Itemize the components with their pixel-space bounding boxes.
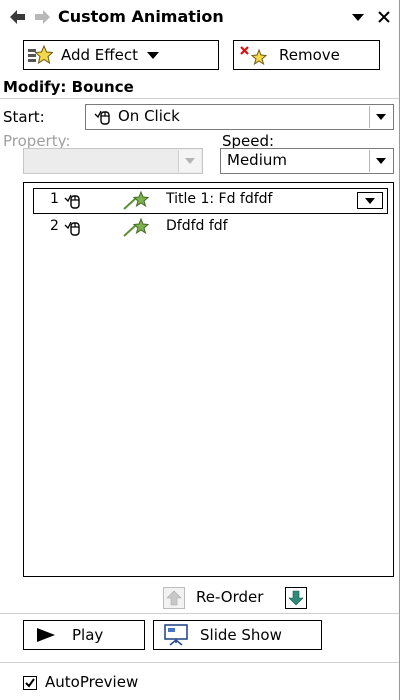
chevron-down-icon: [376, 158, 386, 164]
remove-label: Remove: [279, 46, 340, 64]
forward-arrow-icon[interactable]: [32, 7, 52, 27]
effect-order-number: 2: [50, 218, 59, 234]
remove-effect-icon: [240, 46, 268, 66]
close-icon[interactable]: [374, 7, 394, 27]
effect-order-number: 1: [50, 191, 59, 207]
list-item[interactable]: 1 Title 1: Fd fdfdf: [33, 188, 388, 214]
remove-button[interactable]: Remove: [233, 40, 380, 70]
list-item[interactable]: 2 Dfdfd fdf: [34, 216, 386, 240]
entrance-effect-star-icon: [123, 217, 150, 237]
pane-title-bar: Custom Animation: [0, 0, 399, 34]
add-effect-label: Add Effect: [61, 46, 138, 64]
autopreview-checkbox[interactable]: [23, 676, 37, 690]
effect-label: Dfdfd fdf: [166, 218, 228, 234]
effect-label: Title 1: Fd fdfdf: [166, 191, 273, 207]
modify-label: Modify: Bounce: [3, 78, 134, 96]
slide-show-button[interactable]: Slide Show: [153, 620, 322, 650]
mouse-click-icon: [64, 194, 80, 209]
effect-options-dropdown[interactable]: [357, 192, 383, 209]
custom-animation-pane: Custom Animation Add Effect Remove Modif…: [0, 0, 400, 700]
reorder-label: Re-Order: [196, 588, 264, 606]
divider: [0, 662, 399, 663]
divider: [0, 613, 399, 614]
property-dropdown-arrow: [178, 150, 201, 172]
mouse-click-icon: [64, 221, 80, 236]
slide-show-icon: [164, 624, 188, 646]
pane-title: Custom Animation: [58, 7, 224, 26]
pane-menu-icon[interactable]: [348, 7, 368, 27]
chevron-down-icon: [185, 158, 195, 164]
reorder-up-icon[interactable]: [163, 587, 185, 609]
start-value: On Click: [118, 107, 180, 125]
mouse-click-icon: [94, 110, 110, 125]
entrance-effect-star-icon: [123, 190, 150, 210]
start-dropdown-arrow[interactable]: [369, 106, 392, 128]
start-label: Start:: [3, 108, 45, 126]
chevron-down-icon: [365, 197, 375, 204]
play-icon: [37, 628, 55, 642]
add-effect-icon: [28, 44, 53, 65]
speed-value: Medium: [227, 151, 287, 169]
reorder-down-icon[interactable]: [285, 587, 307, 609]
speed-select[interactable]: Medium: [220, 148, 394, 174]
divider: [0, 98, 399, 99]
play-button[interactable]: Play: [23, 620, 145, 650]
add-effect-button[interactable]: Add Effect: [23, 40, 219, 70]
start-select[interactable]: On Click: [85, 104, 394, 130]
chevron-down-icon: [146, 52, 159, 59]
slide-show-label: Slide Show: [200, 626, 282, 644]
chevron-down-icon: [376, 114, 386, 120]
speed-dropdown-arrow[interactable]: [369, 150, 392, 172]
back-arrow-icon[interactable]: [8, 7, 28, 27]
play-label: Play: [72, 626, 104, 644]
property-select: [23, 148, 203, 174]
animation-effects-list[interactable]: 1 Title 1: Fd fdfdf 2 Dfdfd fdf: [23, 182, 394, 577]
checkmark-icon: [25, 678, 35, 688]
autopreview-label: AutoPreview: [45, 673, 139, 691]
